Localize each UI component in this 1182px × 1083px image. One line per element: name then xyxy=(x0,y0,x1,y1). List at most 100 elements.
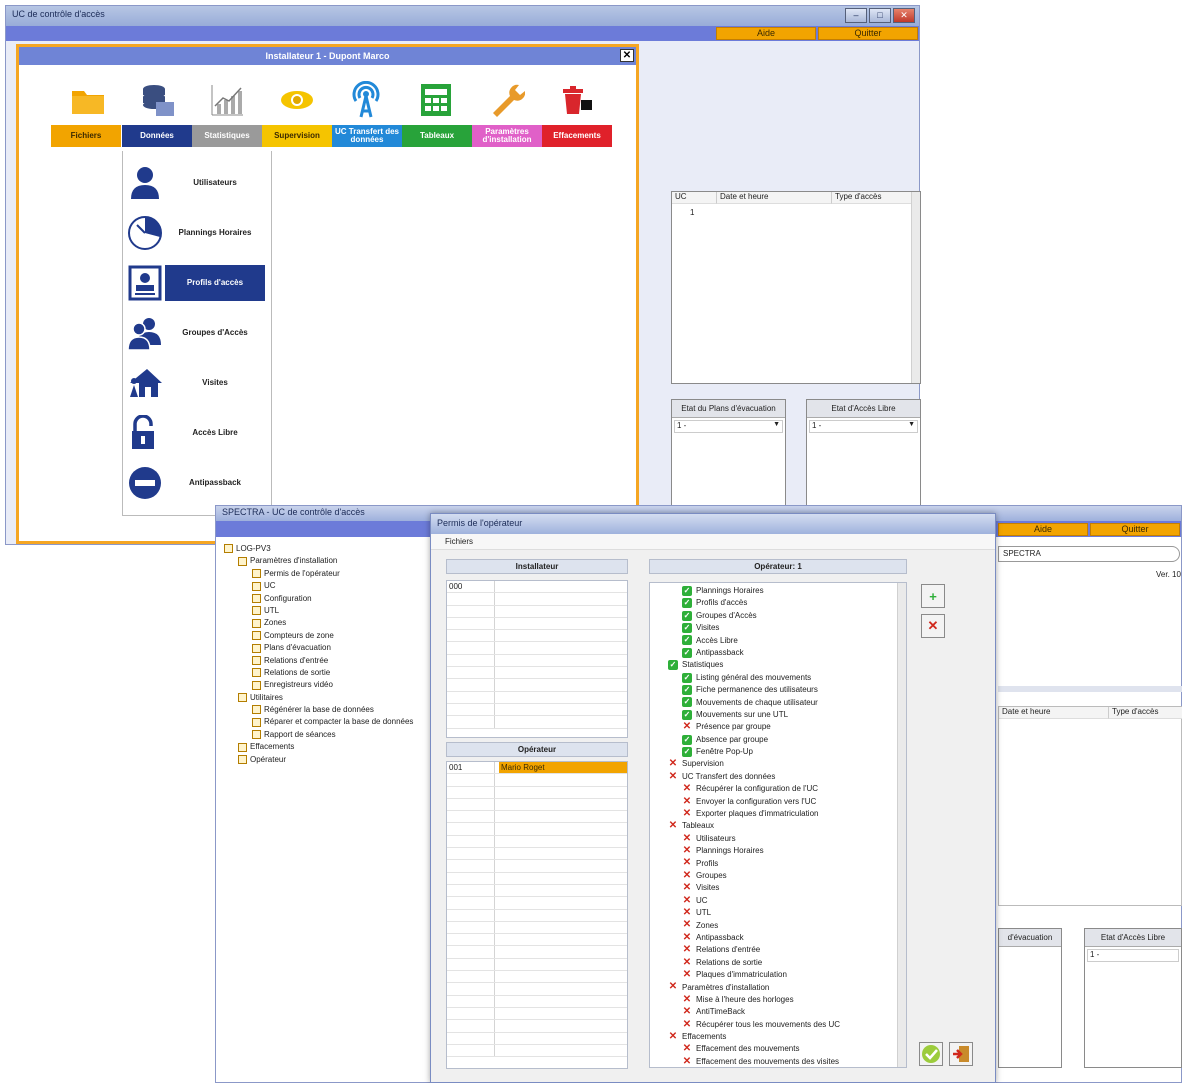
denied-cross-icon[interactable]: ✕ xyxy=(682,920,692,930)
table-row[interactable] xyxy=(447,995,627,1008)
permissions-tree[interactable]: ✓ Plannings Horaires ✓ Profils d'accès ✓ Grou… xyxy=(649,582,907,1068)
permission-item[interactable]: ✓ Listing général des mouvements xyxy=(650,672,896,684)
permission-item[interactable]: ✕ Effacements xyxy=(650,1031,896,1043)
category-statistiques-button[interactable]: Statistiques xyxy=(192,125,262,147)
table-row[interactable] xyxy=(447,909,627,922)
installateur-grid[interactable]: 000 xyxy=(446,580,628,738)
permission-item[interactable]: ✓ Fenêtre Pop-Up xyxy=(650,746,896,758)
tree-node[interactable]: UTL xyxy=(224,606,434,618)
tree-node[interactable]: Compteurs de zone xyxy=(224,631,434,643)
submenu-item-plannings[interactable]: Plannings Horaires xyxy=(123,209,273,255)
granted-check-icon[interactable]: ✓ xyxy=(682,734,692,745)
column-header-type[interactable]: Type d'accès xyxy=(832,192,912,204)
table-row[interactable] xyxy=(447,786,627,799)
table-row[interactable] xyxy=(447,872,627,885)
minimize-button[interactable]: – xyxy=(845,8,867,23)
permission-item[interactable]: ✕ AntiTimeBack xyxy=(650,1006,896,1018)
denied-cross-icon[interactable]: ✕ xyxy=(682,1056,692,1067)
denied-cross-icon[interactable]: ✕ xyxy=(668,821,678,831)
confirm-button[interactable] xyxy=(919,1042,943,1066)
category-transfert-button[interactable]: UC Transfert des données xyxy=(332,125,402,147)
submenu-item-groupes[interactable]: Groupes d'Accès xyxy=(123,309,273,355)
denied-cross-icon[interactable]: ✕ xyxy=(682,846,692,856)
table-row[interactable] xyxy=(447,716,627,729)
exit-button[interactable] xyxy=(949,1042,973,1066)
category-tableaux-button[interactable]: Tableaux xyxy=(402,125,472,147)
denied-cross-icon[interactable]: ✕ xyxy=(682,722,692,732)
table-row[interactable] xyxy=(447,1032,627,1045)
table-row[interactable] xyxy=(447,835,627,849)
granted-check-icon[interactable]: ✓ xyxy=(682,610,692,621)
antenna-icon[interactable] xyxy=(346,79,386,121)
permission-item[interactable]: ✕ Présence par groupe xyxy=(650,721,896,733)
permission-item[interactable]: ✕ UC Transfert des données xyxy=(650,771,896,783)
permission-item[interactable]: ✕ Visites xyxy=(650,882,896,894)
tree-node[interactable]: Configuration xyxy=(224,594,434,606)
denied-cross-icon[interactable]: ✕ xyxy=(682,957,692,968)
table-row[interactable] xyxy=(447,934,627,947)
permission-item[interactable]: ✓ Mouvements sur une UTL xyxy=(650,709,896,721)
table-row[interactable] xyxy=(447,921,627,935)
wrench-icon[interactable] xyxy=(487,79,527,121)
submenu-item-visites[interactable]: Visites xyxy=(123,359,273,405)
permission-item[interactable]: ✕ Envoyer la configuration vers l'UC xyxy=(650,796,896,808)
menu-fichiers[interactable]: Fichiers xyxy=(431,534,995,550)
granted-check-icon[interactable]: ✓ xyxy=(682,623,692,634)
permission-item[interactable]: ✕ Plannings Horaires xyxy=(650,845,896,857)
tree-node[interactable]: Relations d'entrée xyxy=(224,656,434,668)
permission-item[interactable]: ✓ Groupes d'Accès xyxy=(650,610,896,622)
column-header-date[interactable]: Date et heure xyxy=(999,707,1109,719)
granted-check-icon[interactable]: ✓ xyxy=(682,685,692,696)
tree-node[interactable]: Effacements xyxy=(224,742,434,754)
category-effacements-button[interactable]: Effacements xyxy=(542,125,612,147)
table-row[interactable] xyxy=(447,1020,627,1033)
table-row[interactable] xyxy=(447,593,627,606)
table-row[interactable] xyxy=(447,1044,627,1058)
table-row[interactable] xyxy=(447,617,627,631)
denied-cross-icon[interactable]: ✕ xyxy=(682,808,692,819)
column-header-date[interactable]: Date et heure xyxy=(717,192,832,204)
permission-item[interactable]: ✓ Plannings Horaires xyxy=(650,585,896,597)
submenu-item-profils[interactable]: Profils d'accès xyxy=(123,259,273,305)
permission-item[interactable]: ✓ Fiche permanence des utilisateurs xyxy=(650,684,896,696)
chart-icon[interactable] xyxy=(207,79,247,121)
permission-item[interactable]: ✕ Mise à l'heure des horloges xyxy=(650,994,896,1006)
table-row[interactable]: 001 Mario Roget xyxy=(447,762,627,775)
trash-icon[interactable] xyxy=(557,79,597,121)
table-row[interactable] xyxy=(447,630,627,643)
denied-cross-icon[interactable]: ✕ xyxy=(682,908,692,918)
operateur-grid[interactable]: 001 Mario Roget xyxy=(446,761,628,1069)
permission-item[interactable]: ✕ Relations d'entrée xyxy=(650,944,896,956)
access-log-table[interactable]: UC Date et heure Type d'accès 1 xyxy=(671,191,921,384)
permission-item[interactable]: ✕ Plaques d'immatriculation xyxy=(650,969,896,981)
tree-node[interactable]: LOG-PV3 xyxy=(224,544,434,556)
permission-item[interactable]: ✓ Absence par groupe xyxy=(650,734,896,746)
help-button[interactable]: Aide xyxy=(716,27,816,40)
spreadsheet-icon[interactable] xyxy=(416,79,456,121)
table-row[interactable] xyxy=(447,691,627,704)
denied-cross-icon[interactable]: ✕ xyxy=(682,784,692,794)
submenu-item-utilisateurs[interactable]: Utilisateurs xyxy=(123,159,273,205)
dialog-close-button[interactable]: ✕ xyxy=(620,49,634,62)
navigation-tree[interactable]: LOG-PV3 Paramètres d'installation Permis d… xyxy=(224,544,434,767)
denied-cross-icon[interactable]: ✕ xyxy=(668,771,678,782)
tree-node[interactable]: UC xyxy=(224,581,434,593)
table-row[interactable] xyxy=(447,958,627,972)
table-row[interactable] xyxy=(447,798,627,812)
table-row[interactable] xyxy=(447,823,627,836)
permission-item[interactable]: ✓ Profils d'accès xyxy=(650,597,896,609)
category-parametres-button[interactable]: Paramètres d'installation xyxy=(472,125,542,147)
tree-node[interactable]: Opérateur xyxy=(224,755,434,767)
column-header-uc[interactable]: UC xyxy=(672,192,717,204)
table-row[interactable] xyxy=(447,679,627,692)
table-row[interactable] xyxy=(447,897,627,910)
permission-item[interactable]: ✕ Zones xyxy=(650,920,896,932)
table-row[interactable] xyxy=(447,667,627,680)
permission-item[interactable]: ✕ Effacement des mouvements des visites xyxy=(650,1056,896,1067)
denied-cross-icon[interactable]: ✕ xyxy=(682,994,692,1005)
permission-item[interactable]: ✕ Groupes xyxy=(650,870,896,882)
tree-node[interactable]: Enregistreurs vidéo xyxy=(224,680,434,692)
permission-item[interactable]: ✓ Accès Libre xyxy=(650,635,896,647)
table-row[interactable] xyxy=(447,860,627,873)
add-permission-button[interactable]: + xyxy=(921,584,945,608)
